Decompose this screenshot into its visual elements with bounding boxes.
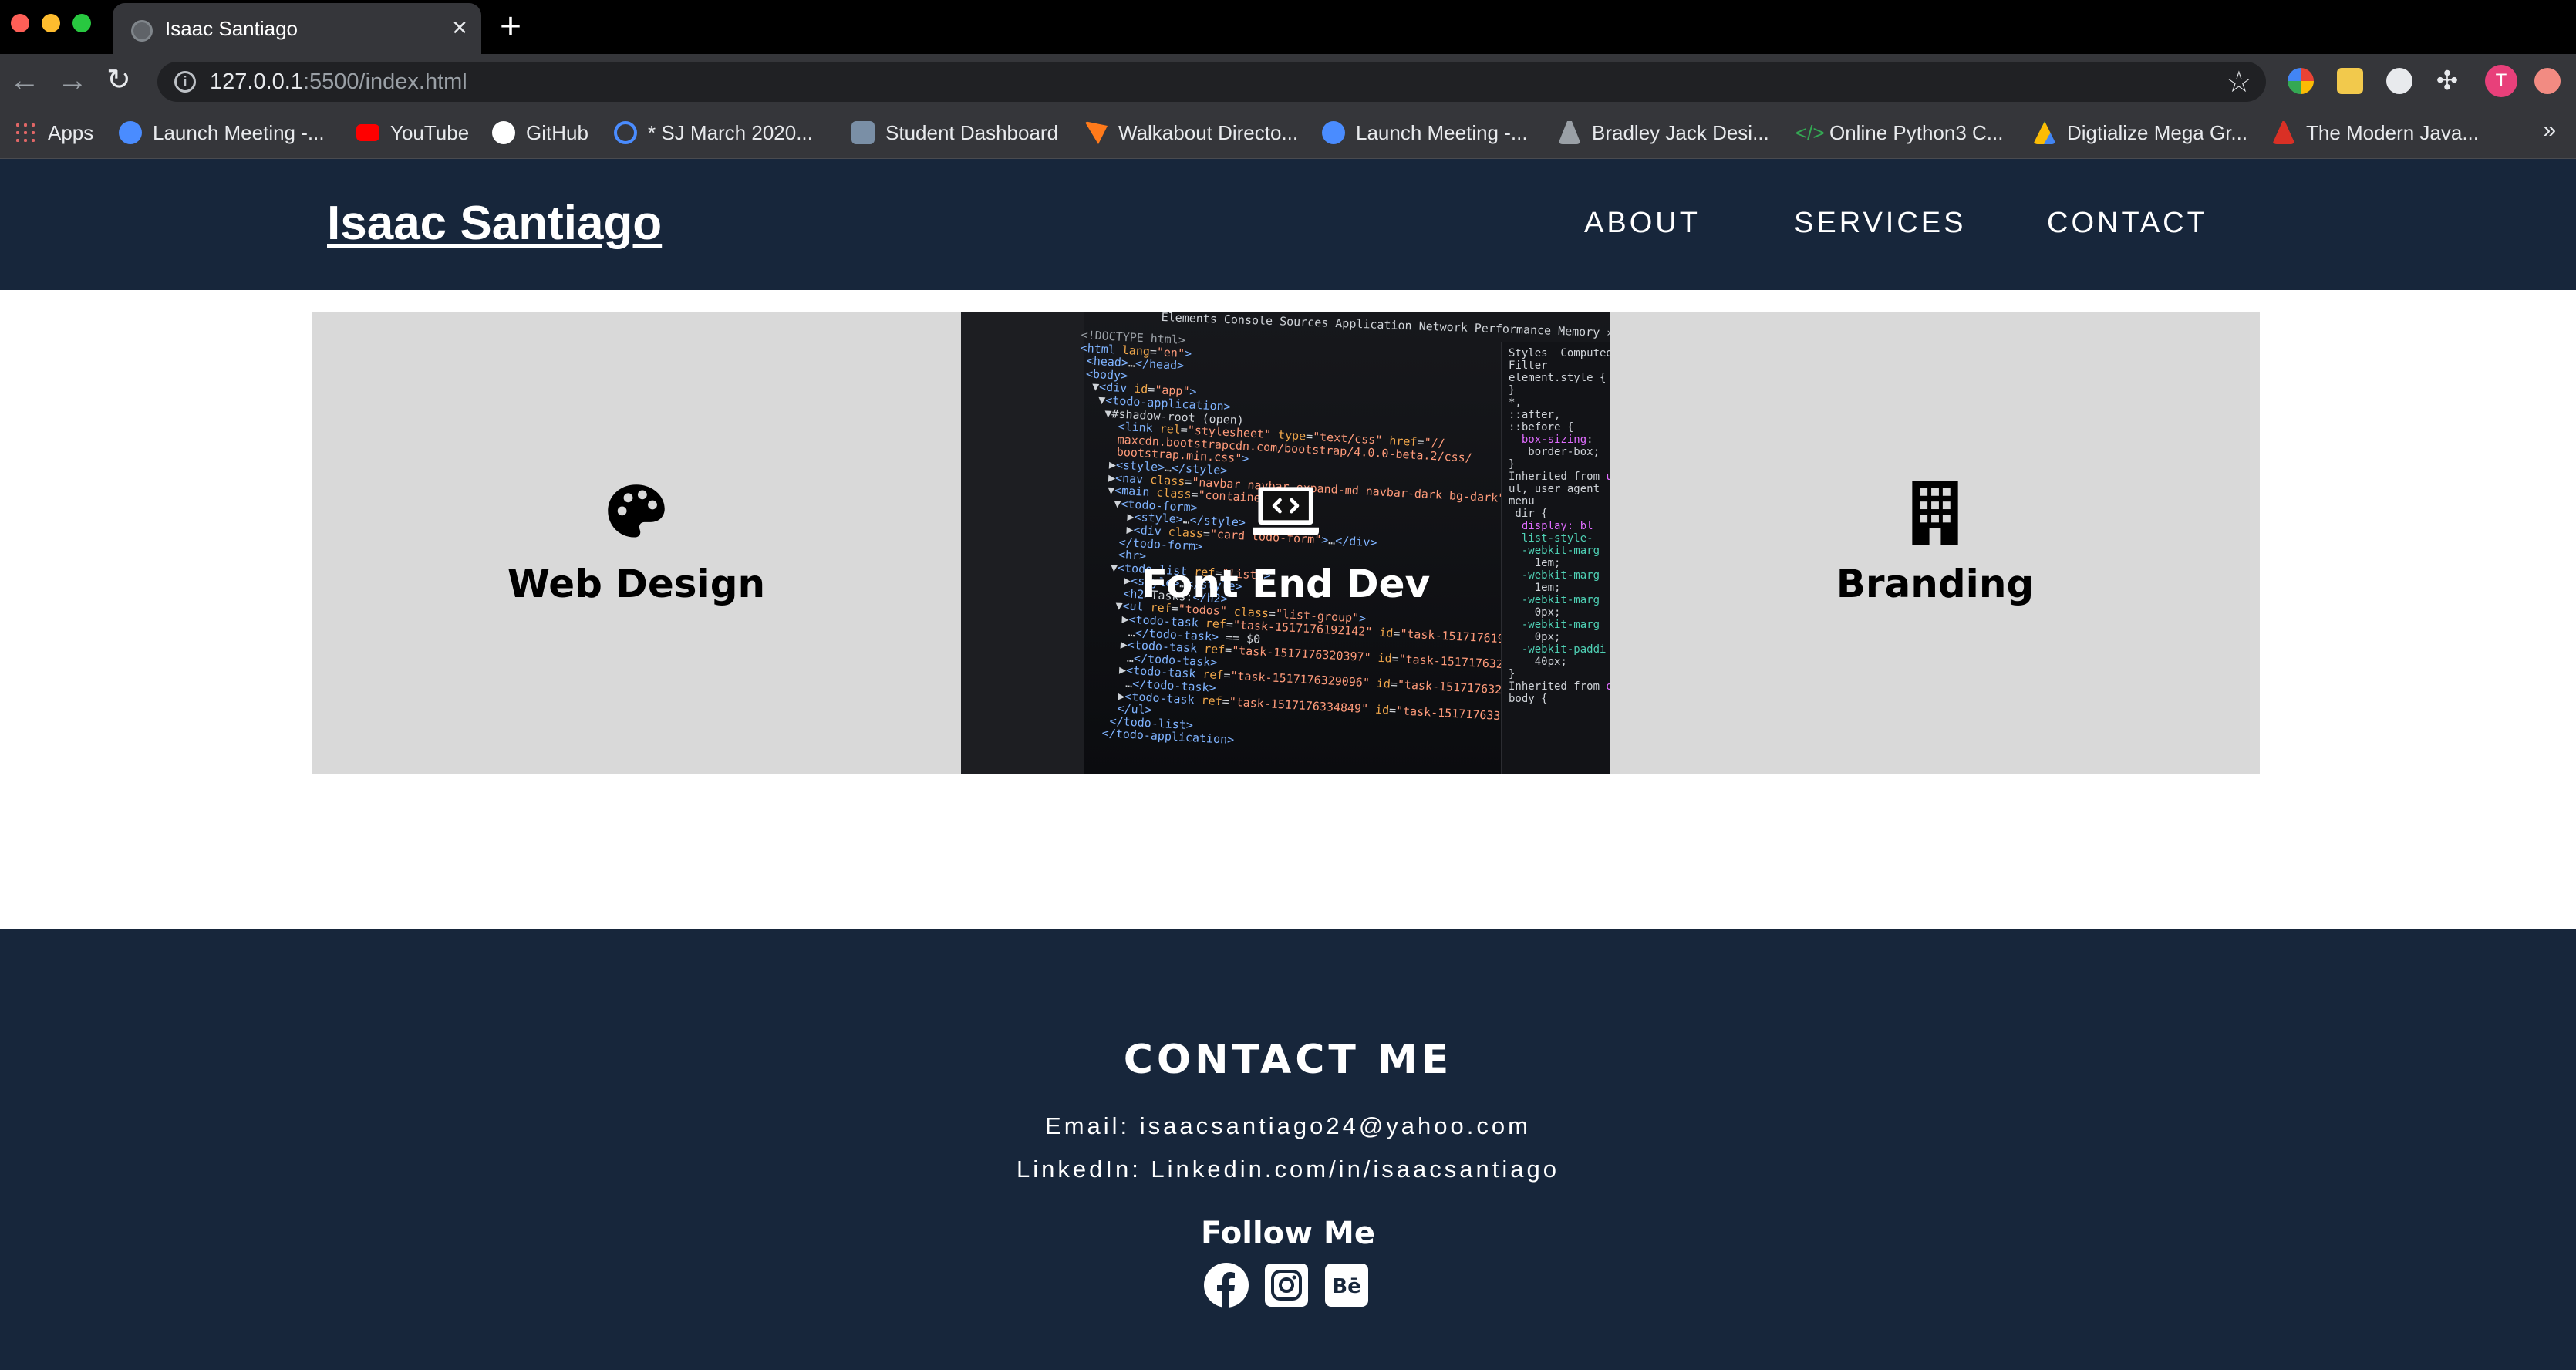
site-header: Isaac Santiago ABOUT SERVICES CONTACT [0, 159, 2576, 290]
bookmark-youtube[interactable]: YouTube [356, 119, 469, 147]
zoom-icon [119, 121, 142, 144]
nav-contact-link[interactable]: CONTACT [2047, 207, 2208, 240]
back-arrow-icon[interactable]: ← [9, 62, 40, 99]
service-title: Web Design [507, 562, 766, 606]
browser-tab[interactable]: Isaac Santiago × [113, 3, 481, 54]
services-section: Web Design Elements Console Sources Appl… [312, 312, 2261, 774]
bookmark-sj-march[interactable]: * SJ March 2020... [614, 119, 813, 147]
bookmark-modern-java[interactable]: The Modern Java... [2272, 119, 2479, 147]
contact-title: CONTACT ME [1123, 1037, 1453, 1083]
site-footer: CONTACT ME Email: isaacsantiago24@yahoo.… [0, 929, 2576, 1370]
brand-logo-link[interactable]: Isaac Santiago [327, 196, 662, 251]
contact-email: Email: isaacsantiago24@yahoo.com [1045, 1112, 1531, 1139]
walkabout-icon [1084, 121, 1108, 144]
bookmark-student-dashboard[interactable]: Student Dashboard [851, 119, 1058, 147]
zoom-icon [1322, 121, 1345, 144]
facebook-icon[interactable] [1203, 1262, 1249, 1308]
service-title: Font End Dev [1141, 562, 1431, 606]
extension-white-icon[interactable] [2386, 68, 2412, 94]
contact-linkedin: LinkedIn: Linkedin.com/in/isaacsantiago [1016, 1156, 1559, 1183]
code-icon: </> [1795, 121, 1825, 144]
nav-services-link[interactable]: SERVICES [1794, 207, 1966, 240]
bookmark-launch-meeting[interactable]: Launch Meeting -... [119, 119, 325, 147]
maximize-window-button[interactable] [72, 14, 91, 32]
palette-icon [603, 480, 669, 546]
instagram-icon[interactable] [1263, 1262, 1310, 1308]
service-title: Branding [1836, 562, 2035, 606]
new-tab-button[interactable]: + [500, 6, 521, 48]
laptop-code-icon [1253, 480, 1319, 546]
github-icon [492, 121, 515, 144]
building-icon [1902, 480, 1968, 546]
figure-red-icon [2272, 121, 2295, 144]
url-text: 127.0.0.1:5500/index.html [210, 69, 467, 94]
figure-icon [1558, 121, 1581, 144]
google-drive-icon [2033, 121, 2056, 144]
bookmarks-bar: Apps Launch Meeting -... YouTube GitHub … [0, 108, 2576, 159]
bookmark-apps[interactable]: Apps [14, 119, 93, 147]
svg-text:Bē: Bē [1332, 1275, 1360, 1298]
nav-about-link[interactable]: ABOUT [1584, 207, 1701, 240]
tab-title: Isaac Santiago [165, 17, 298, 40]
bookmark-online-python[interactable]: </> Online Python3 C... [1795, 119, 2003, 147]
tab-close-button[interactable]: × [452, 12, 467, 43]
close-window-button[interactable] [11, 14, 29, 32]
bookmark-walkabout[interactable]: Walkabout Directo... [1084, 119, 1298, 147]
service-card-front-end-dev[interactable]: Elements Console Sources Application Net… [961, 312, 1610, 774]
minimize-window-button[interactable] [42, 14, 60, 32]
bookmark-star-icon[interactable]: ☆ [2226, 65, 2252, 100]
follow-title: Follow Me [1201, 1216, 1375, 1251]
timer-icon [614, 121, 637, 144]
apps-grid-icon [14, 121, 37, 144]
social-links: Bē [1203, 1262, 1370, 1308]
bookmark-launch-meeting-2[interactable]: Launch Meeting -... [1322, 119, 1528, 147]
bookmark-github[interactable]: GitHub [492, 119, 588, 147]
bookmark-bradley-jack[interactable]: Bradley Jack Desi... [1558, 119, 1769, 147]
info-icon[interactable]: i [174, 71, 196, 93]
extensions-puzzle-icon[interactable]: ✣ [2434, 68, 2460, 94]
address-bar[interactable]: i 127.0.0.1:5500/index.html ☆ [157, 62, 2266, 102]
browser-tab-bar: Isaac Santiago × + [0, 0, 2576, 54]
globe-icon [131, 20, 153, 42]
bookmarks-more-button[interactable]: » [2543, 117, 2556, 143]
dashboard-icon [851, 121, 875, 144]
service-card-branding[interactable]: Branding [1610, 312, 2260, 774]
bookmark-digtialize[interactable]: Digtialize Mega Gr... [2033, 119, 2247, 147]
reload-icon[interactable]: ↻ [106, 62, 131, 99]
behance-icon[interactable]: Bē [1323, 1262, 1370, 1308]
service-card-web-design[interactable]: Web Design [312, 312, 961, 774]
extension-yellow-icon[interactable] [2337, 68, 2363, 94]
browser-toolbar: ← → ↻ i 127.0.0.1:5500/index.html ☆ ✣ T [0, 54, 2576, 108]
profile-avatar[interactable]: T [2485, 65, 2517, 97]
extension-pink-icon[interactable] [2534, 68, 2561, 94]
forward-arrow-icon[interactable]: → [57, 62, 88, 99]
youtube-icon [356, 124, 379, 141]
color-extension-icon[interactable] [2288, 68, 2314, 94]
